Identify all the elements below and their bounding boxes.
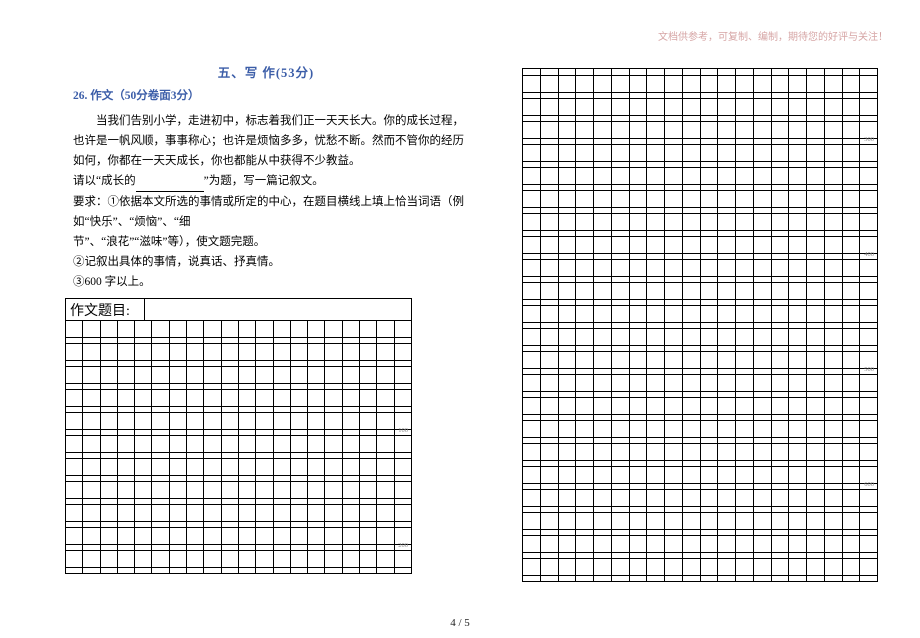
writing-title-input[interactable] <box>144 299 411 320</box>
right-column: 300 400 500 600 <box>522 62 878 582</box>
writing-grid-left[interactable]: 100 200 <box>65 321 412 574</box>
requirements-line: 要求：①依据本文所选的事情或所定的中心，在题目横线上填上恰当词语（例如“快乐”、… <box>73 192 467 232</box>
main-content: 五、写 作(53分) 26. 作文（50分卷面3分） 当我们告别小学，走进初中，… <box>0 0 920 602</box>
prompt-post: ”为题，写一篇记叙文。 <box>204 175 324 187</box>
req-2: ②记叙出具体的事情，说真话、抒真情。 <box>73 252 467 272</box>
char-count-marker: 200 <box>398 542 408 549</box>
char-count-marker: 300 <box>864 136 874 143</box>
left-column: 五、写 作(53分) 26. 作文（50分卷面3分） 当我们告别小学，走进初中，… <box>65 62 467 582</box>
char-count-marker: 500 <box>864 366 874 373</box>
prompt-pre: 请以“成长的 <box>73 175 136 187</box>
prompt-line: 请以“成长的 ”为题，写一篇记叙文。 <box>73 171 467 191</box>
writing-title-row: 作文题目: <box>65 298 412 321</box>
instructions-block: 当我们告别小学，走进初中，标志着我们正一天天长大。你的成长过程，也许是一帆风顺，… <box>65 111 467 292</box>
req-3: ③600 字以上。 <box>73 272 467 292</box>
char-count-marker: 400 <box>864 251 874 258</box>
writing-title-label: 作文题目: <box>66 299 144 320</box>
req-1a: ①依据本文所选的事情或所定的中心，在题目横线上填上恰当词语（例如“快乐”、“烦恼… <box>73 196 464 228</box>
writing-grid-right[interactable]: 300 400 500 600 <box>522 68 878 582</box>
char-count-marker: 600 <box>864 481 874 488</box>
page-footer: 4 / 5 <box>0 617 920 629</box>
paragraph-1: 当我们告别小学，走进初中，标志着我们正一天天长大。你的成长过程，也许是一帆风顺，… <box>73 111 467 171</box>
section-title: 五、写 作(53分) <box>65 62 467 81</box>
req-1b: 节”、“浪花”“滋味”等），使文题完题。 <box>73 232 467 252</box>
char-count-marker: 100 <box>398 427 408 434</box>
question-label: 26. 作文（50分卷面3分） <box>73 87 467 103</box>
watermark-text: 文档供参考，可复制、编制，期待您的好评与关注！ <box>658 28 888 43</box>
req-label: 要求： <box>73 196 108 208</box>
